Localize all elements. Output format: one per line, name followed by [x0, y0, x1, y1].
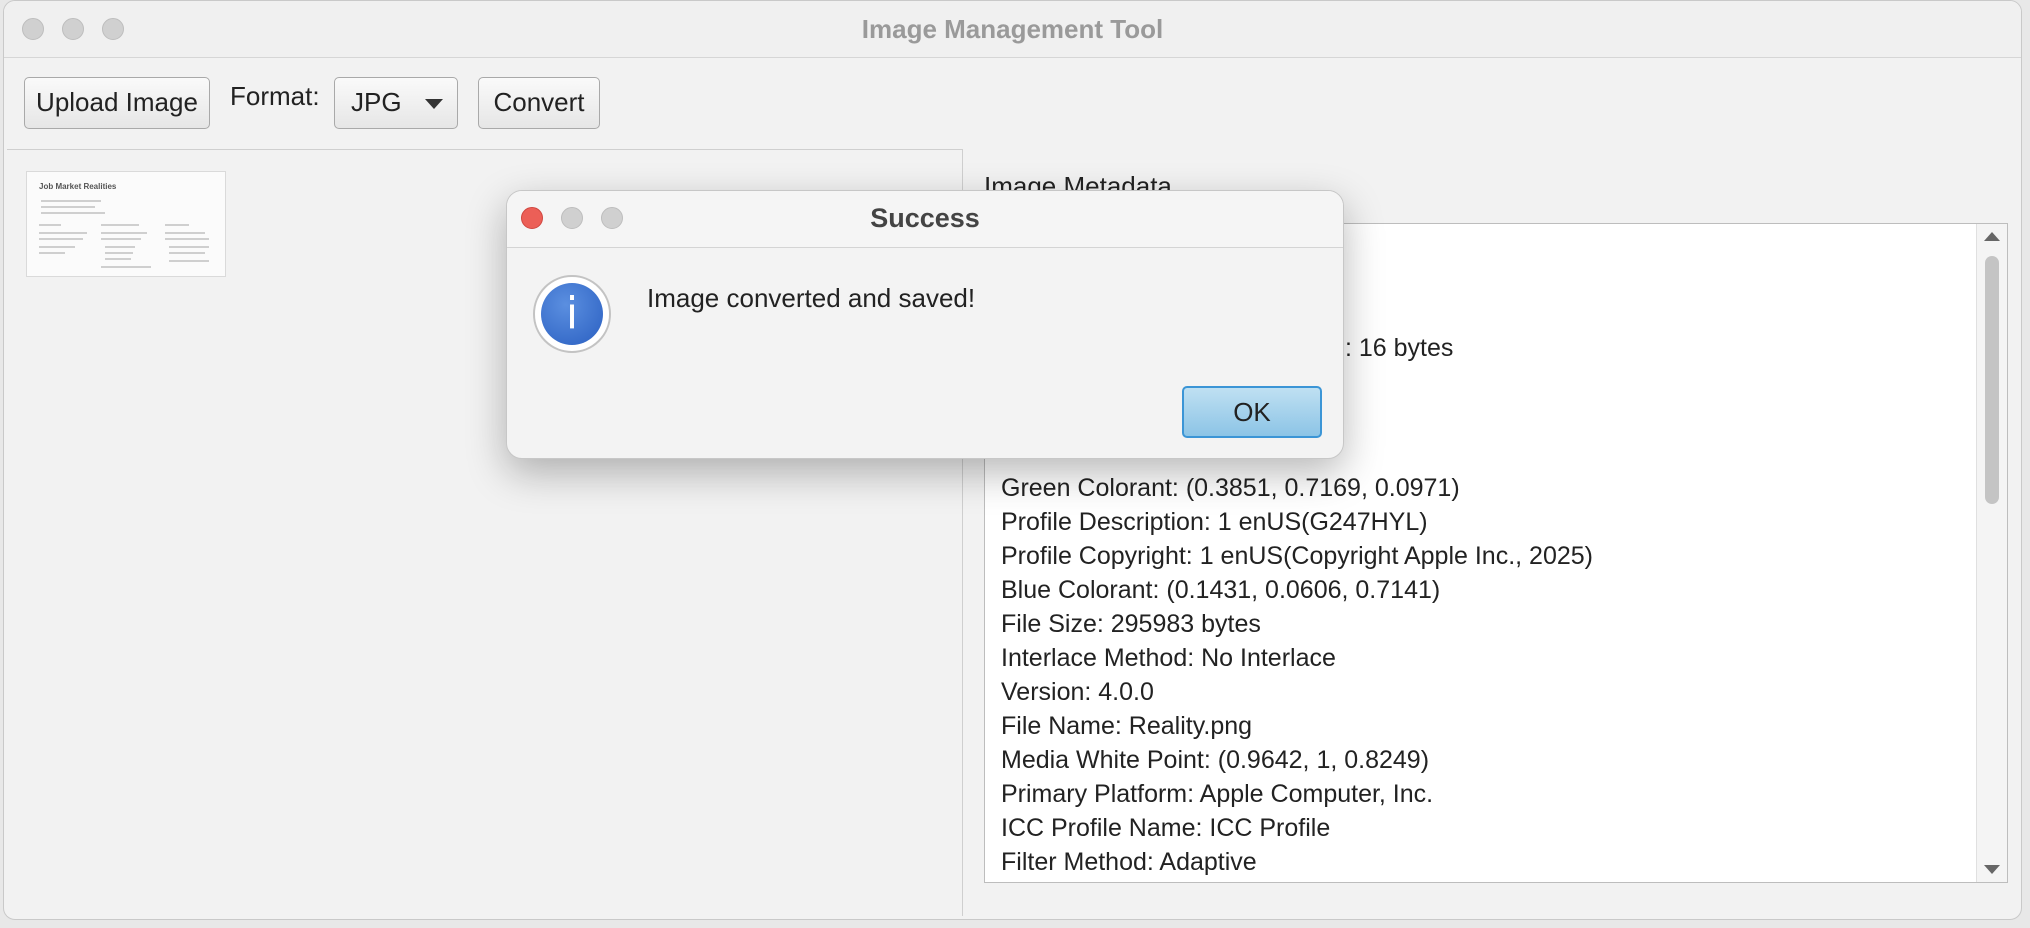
format-select[interactable]: JPG — [334, 77, 458, 129]
thumbnail-title: Job Market Realities — [39, 182, 117, 191]
metadata-line: File Name: Reality.png — [1001, 712, 1253, 740]
convert-button[interactable]: Convert — [478, 77, 600, 129]
dialog-message: Image converted and saved! — [647, 283, 976, 313]
dialog-title-bar: Success — [507, 191, 1343, 248]
scroll-up-arrow-icon[interactable] — [1984, 232, 2000, 241]
window-title: Image Management Tool — [861, 14, 1164, 44]
title-bar: Image Management Tool — [4, 1, 2021, 58]
metadata-line: Primary Platform: Apple Computer, Inc. — [1001, 780, 1434, 808]
main-window: Image Management Tool Upload Image Forma… — [3, 0, 2022, 920]
metadata-line: Media White Point: (0.9642, 1, 0.8249) — [1001, 746, 1430, 774]
metadata-line: Blue Colorant: (0.1431, 0.0606, 0.7141) — [1001, 576, 1441, 604]
metadata-scrollbar[interactable] — [1976, 224, 2007, 882]
metadata-line: Interlace Method: No Interlace — [1001, 644, 1336, 672]
metadata-line: ICC Profile Name: ICC Profile — [1001, 814, 1331, 842]
ok-button[interactable]: OK — [1182, 386, 1322, 438]
chevron-down-icon — [425, 99, 443, 109]
image-thumbnail[interactable]: Job Market Realities — [26, 171, 226, 277]
format-select-value: JPG — [351, 87, 402, 117]
metadata-line: Filter Method: Adaptive — [1001, 848, 1257, 876]
scrollbar-thumb[interactable] — [1985, 256, 1999, 504]
metadata-line: Green Colorant: (0.3851, 0.7169, 0.0971) — [1001, 474, 1460, 502]
metadata-line: : 16 bytes — [1345, 334, 1454, 362]
info-icon: i — [533, 275, 611, 353]
scroll-down-arrow-icon[interactable] — [1984, 865, 2000, 874]
upload-image-button[interactable]: Upload Image — [24, 77, 210, 129]
metadata-line: Profile Description: 1 enUS(G247HYL) — [1001, 508, 1428, 536]
dialog-title: Success — [870, 203, 980, 233]
metadata-line: Version: 4.0.0 — [1001, 678, 1154, 706]
format-label: Format: — [230, 81, 320, 111]
metadata-line: File Size: 295983 bytes — [1001, 610, 1261, 638]
metadata-line: Profile Copyright: 1 enUS(Copyright Appl… — [1001, 542, 1593, 570]
success-dialog: Success i Image converted and saved! OK — [506, 190, 1344, 459]
